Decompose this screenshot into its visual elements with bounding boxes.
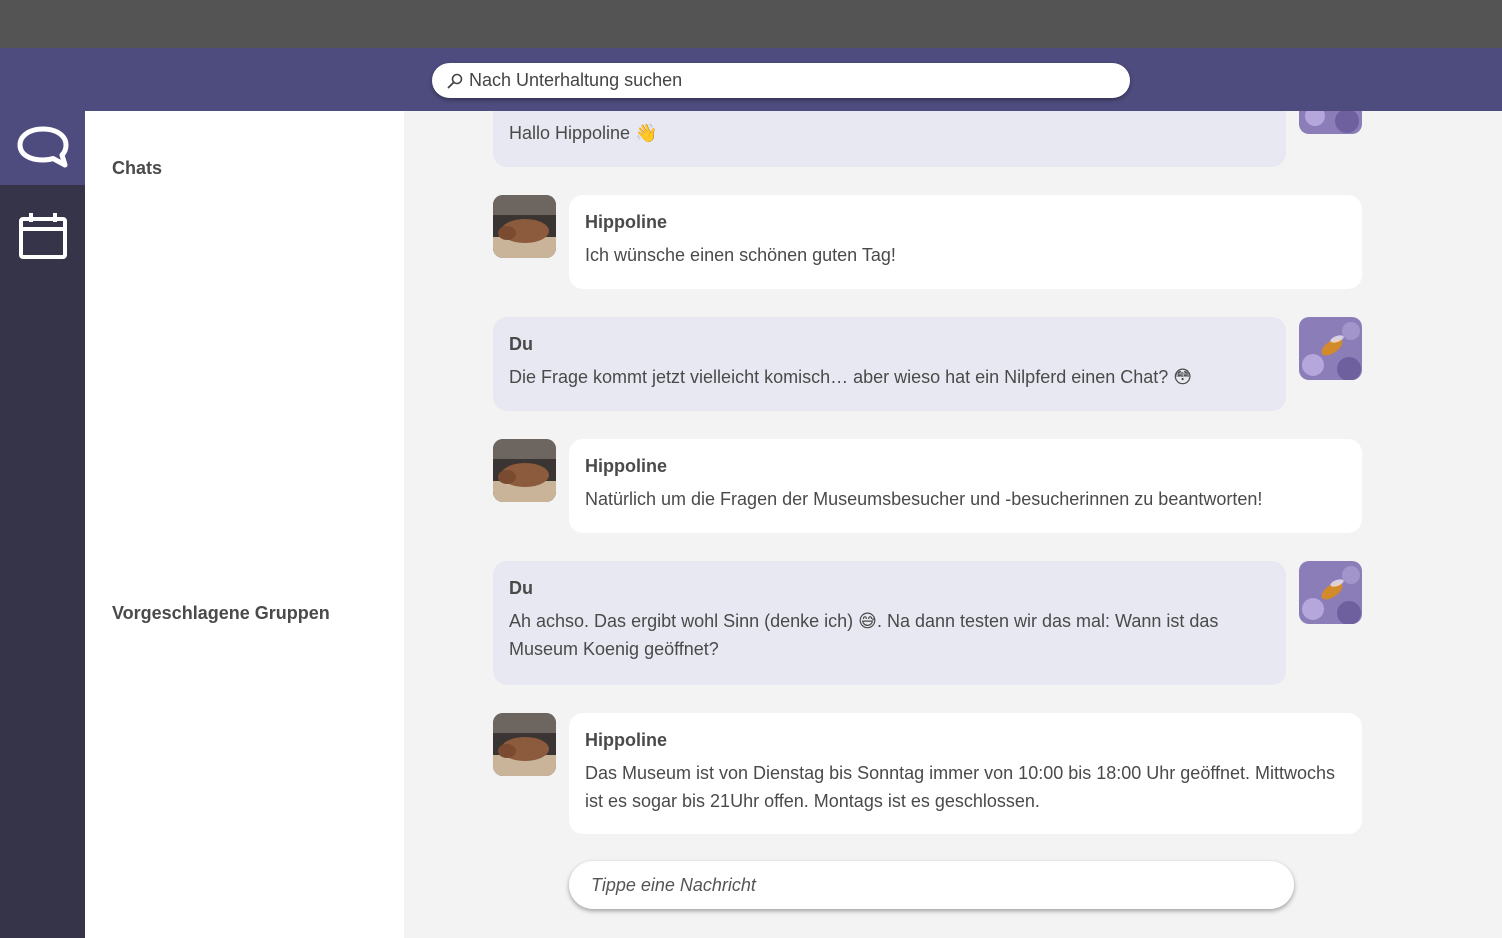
window-top-bar	[0, 0, 1502, 48]
bee-avatar-icon	[1299, 317, 1362, 380]
message-text: Hallo Hippoline 👋	[509, 123, 658, 143]
avatar-hippoline	[493, 439, 556, 502]
suggested-groups-heading: Vorgeschlagene Gruppen	[112, 603, 330, 623]
nav-calendar[interactable]	[0, 199, 85, 273]
message-text: Die Frage kommt jetzt vielleicht komisch…	[509, 367, 1193, 387]
avatar-me	[1299, 561, 1362, 624]
bee-avatar-icon	[1299, 561, 1362, 624]
message-sender: Hippoline	[585, 212, 667, 232]
message-bubble-hippoline: Hippoline Ich wünsche einen schönen gute…	[569, 195, 1362, 289]
message-composer[interactable]	[569, 861, 1294, 909]
message-text: Natürlich um die Fragen der Museumsbesuc…	[585, 489, 1263, 509]
message-bubble-hippoline: Hippoline Das Museum ist von Dienstag bi…	[569, 713, 1362, 834]
search-input[interactable]	[469, 63, 1130, 98]
hippo-avatar-icon	[493, 195, 556, 258]
calendar-icon	[18, 213, 67, 259]
hippo-avatar-icon	[493, 713, 556, 776]
message-text: Das Museum ist von Dienstag bis Sonntag …	[585, 763, 1336, 811]
avatar-me	[1299, 317, 1362, 380]
search-icon	[447, 73, 463, 88]
bee-avatar-icon	[1299, 111, 1362, 134]
chats-heading: Chats	[112, 158, 163, 178]
message-text: Ich wünsche einen schönen guten Tag!	[585, 245, 896, 265]
nav-rail	[0, 111, 85, 938]
speech-bubble-icon	[17, 126, 68, 168]
chat-pane: Hallo Hippoline 👋 Hippoline Ich wünsche …	[404, 111, 1502, 938]
message-sender: Hippoline	[585, 456, 667, 476]
avatar-hippoline	[493, 713, 556, 776]
hippo-avatar-icon	[493, 439, 556, 502]
message-sender: Du	[509, 578, 533, 598]
avatar-hippoline	[493, 195, 556, 258]
app-header	[0, 48, 1502, 111]
message-bubble-me: Du Ah achso. Das ergibt wohl Sinn (denke…	[493, 561, 1286, 685]
message-bubble-me: Hallo Hippoline 👋	[493, 111, 1286, 167]
nav-chats[interactable]	[0, 111, 85, 185]
message-input[interactable]	[591, 861, 1294, 909]
message-text: Ah achso. Das ergibt wohl Sinn (denke ic…	[509, 611, 1219, 659]
search-bar[interactable]	[432, 63, 1130, 98]
sidebar: Chats Vorgeschlagene Gruppen	[85, 111, 404, 938]
message-bubble-hippoline: Hippoline Natürlich um die Fragen der Mu…	[569, 439, 1362, 533]
message-sender: Hippoline	[585, 730, 667, 750]
avatar-me	[1299, 111, 1362, 134]
message-bubble-me: Du Die Frage kommt jetzt vielleicht komi…	[493, 317, 1286, 411]
message-sender: Du	[509, 334, 533, 354]
